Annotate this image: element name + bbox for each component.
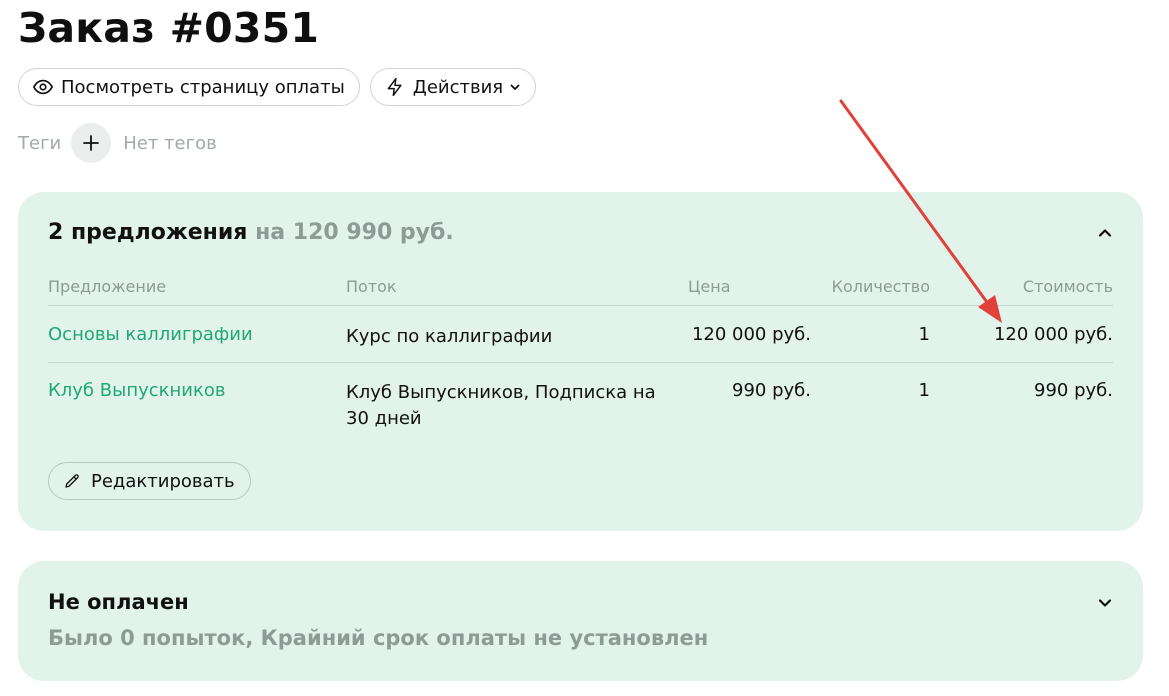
offers-table: Предложение Поток Цена Количество Стоимо… (48, 268, 1113, 443)
offers-total: на 120 990 руб. (255, 220, 454, 245)
offer-price: 990 руб. (732, 380, 811, 401)
column-header-offer: Предложение (48, 277, 167, 296)
edit-offers-label: Редактировать (91, 470, 235, 492)
payment-status-subtitle: Было 0 попыток, Крайний срок оплаты не у… (48, 626, 709, 650)
table-row: Основы каллиграфии Курс по каллиграфии 1… (48, 306, 1113, 363)
actions-menu-button[interactable]: Действия (369, 68, 537, 106)
lightning-icon (384, 76, 406, 98)
expand-status-button[interactable] (1093, 591, 1117, 615)
payment-status-card: Не оплачен Было 0 попыток, Крайний срок … (18, 561, 1143, 681)
offer-flow: Курс по каллиграфии (346, 326, 553, 347)
column-header-cost: Стоимость (1022, 277, 1113, 296)
top-actions: Посмотреть страницу оплаты Действия (18, 68, 537, 106)
view-payment-page-button[interactable]: Посмотреть страницу оплаты (18, 68, 360, 106)
collapse-offers-button[interactable] (1093, 221, 1117, 245)
add-tag-button[interactable] (71, 123, 112, 163)
chevron-up-icon (1098, 229, 1112, 237)
offer-quantity: 1 (918, 380, 930, 401)
offers-count: 2 предложения (48, 220, 248, 245)
column-header-price: Цена (688, 277, 731, 296)
payment-status-title: Не оплачен (48, 590, 189, 614)
eye-icon (32, 76, 54, 98)
offer-link[interactable]: Клуб Выпускников (48, 380, 225, 401)
offer-cost: 990 руб. (1034, 380, 1113, 401)
actions-menu-label: Действия (412, 76, 504, 98)
tags-row: Теги Нет тегов (18, 123, 217, 163)
offer-link[interactable]: Основы каллиграфии (48, 324, 253, 345)
offer-flow: Клуб Выпускников, Подписка на 30 дней (346, 382, 656, 429)
order-page: Заказ #0351 Посмотреть страницу оплаты Д… (0, 0, 1169, 696)
column-header-flow: Поток (346, 276, 397, 296)
chevron-down-icon (509, 81, 521, 93)
offer-cost: 120 000 руб. (993, 324, 1113, 345)
column-header-quantity: Количество (831, 277, 930, 296)
page-title: Заказ #0351 (18, 4, 320, 52)
offers-summary: 2 предложения на 120 990 руб. (48, 220, 454, 245)
offer-price: 120 000 руб. (691, 324, 811, 345)
offers-card: 2 предложения на 120 990 руб. Предложени… (18, 192, 1143, 531)
tags-label: Теги (18, 132, 62, 154)
edit-offers-button[interactable]: Редактировать (48, 462, 251, 500)
offer-quantity: 1 (918, 324, 930, 345)
chevron-down-icon (1098, 599, 1112, 607)
view-payment-page-label: Посмотреть страницу оплаты (61, 76, 345, 98)
pencil-icon (62, 471, 82, 491)
table-row: Клуб Выпускников Клуб Выпускников, Подпи… (48, 363, 1113, 443)
plus-icon (83, 135, 100, 151)
tags-empty-text: Нет тегов (123, 132, 217, 154)
offers-table-header: Предложение Поток Цена Количество Стоимо… (48, 268, 1113, 306)
